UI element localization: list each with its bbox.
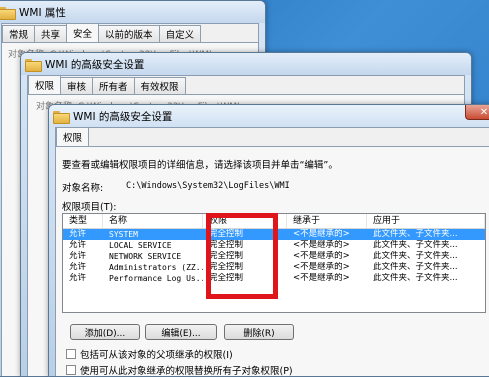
tab-strip: 常规 共享 安全 以前的版本 自定义 <box>2 23 258 42</box>
cell-name: Administrators (ZZ... <box>109 263 203 272</box>
tab-owner[interactable]: 所有者 <box>92 77 135 94</box>
cell-inherited: <不是继承的> <box>293 262 350 272</box>
permission-items-label: 权限项目(T): <box>62 202 117 213</box>
column-type[interactable]: 类型 <box>63 214 103 228</box>
tab-auditing[interactable]: 审核 <box>60 77 94 94</box>
cell-type: 允许 <box>69 251 87 261</box>
checkbox-label: 包括可从该对象的父项继承的权限(I) <box>80 350 233 361</box>
checkbox-box[interactable] <box>66 365 76 375</box>
edit-button[interactable]: 编辑(E)... <box>145 324 217 340</box>
close-icon: ✕ <box>479 106 489 118</box>
title-bar[interactable]: WMI 的高级安全设置 <box>49 105 489 127</box>
cell-type: 允许 <box>69 229 87 239</box>
folder-icon <box>53 110 70 124</box>
folder-icon <box>25 58 42 72</box>
tab-permissions[interactable]: 权限 <box>28 75 62 94</box>
close-button[interactable]: ✕ <box>465 105 489 120</box>
tab-sharing[interactable]: 共享 <box>34 25 68 42</box>
cell-type: 允许 <box>69 240 87 250</box>
instruction-text: 要查看或编辑权限项目的详细信息，请选择该项目并单击“编辑”。 <box>62 160 338 171</box>
tab-customize[interactable]: 自定义 <box>158 25 202 42</box>
cell-name: LOCAL SERVICE <box>109 241 172 250</box>
cell-apply: 此文件夹、子文件夹... <box>373 273 458 283</box>
tab-strip: 权限 审核 所有者 有效权限 <box>28 75 464 94</box>
cell-apply: 此文件夹、子文件夹... <box>373 251 458 261</box>
cell-type: 允许 <box>69 262 87 272</box>
window-client: 权限 要查看或编辑权限项目的详细信息，请选择该项目并单击“编辑”。 对象名称: … <box>55 127 489 376</box>
permission-highlight-box <box>206 213 278 299</box>
include-inheritable-checkbox[interactable]: 包括可从该对象的父项继承的权限(I) <box>66 347 233 361</box>
cell-name: NETWORK SERVICE <box>109 252 182 261</box>
tab-security[interactable]: 安全 <box>66 23 100 42</box>
cell-name: Performance Log Us... <box>109 274 203 283</box>
object-name-value: C:\Windows\System32\LogFiles\WMI <box>126 181 290 191</box>
window-title: WMI 的高级安全设置 <box>73 110 173 123</box>
cell-inherited: <不是继承的> <box>293 251 350 261</box>
title-bar[interactable]: WMI 的高级安全设置 <box>21 53 471 75</box>
column-apply-to[interactable]: 应用于 <box>367 214 485 228</box>
delete-button[interactable]: 删除(R) <box>224 324 294 340</box>
tab-pane: 要查看或编辑权限项目的详细信息，请选择该项目并单击“编辑”。 对象名称: C:\… <box>56 146 489 377</box>
cell-inherited: <不是继承的> <box>293 240 350 250</box>
cell-apply: 此文件夹、子文件夹... <box>373 240 458 250</box>
window-title: WMI 属性 <box>19 6 66 19</box>
cell-apply: 此文件夹、子文件夹... <box>373 229 458 239</box>
replace-child-permissions-checkbox[interactable]: 使用可从此对象继承的权限替换所有子对象权限(P) <box>66 363 293 377</box>
checkbox-box[interactable] <box>66 349 76 359</box>
cell-inherited: <不是继承的> <box>293 229 350 239</box>
tab-effective-permissions[interactable]: 有效权限 <box>133 77 186 94</box>
title-bar[interactable]: WMI 属性 <box>0 1 265 23</box>
tab-strip: 权限 <box>56 127 489 146</box>
tab-permissions[interactable]: 权限 <box>56 127 90 146</box>
cell-name: SYSTEM <box>109 230 138 239</box>
tab-previous-versions[interactable]: 以前的版本 <box>98 25 160 42</box>
add-button[interactable]: 添加(D)... <box>70 324 140 340</box>
cell-apply: 此文件夹、子文件夹... <box>373 262 458 272</box>
column-name[interactable]: 名称 <box>103 214 203 228</box>
folder-icon <box>0 6 16 20</box>
window-title: WMI 的高级安全设置 <box>45 58 145 71</box>
tab-general[interactable]: 常规 <box>2 25 36 42</box>
object-name-label: 对象名称: <box>62 183 104 194</box>
cell-type: 允许 <box>69 273 87 283</box>
advanced-security-window-front: WMI 的高级安全设置 ✕ 权限 要查看或编辑权限项目的详细信息，请选择该项目并… <box>48 104 489 377</box>
checkbox-label: 使用可从此对象继承的权限替换所有子对象权限(P) <box>80 366 293 377</box>
cell-inherited: <不是继承的> <box>293 273 350 283</box>
column-inherited-from[interactable]: 继承于 <box>287 214 367 228</box>
permission-list[interactable]: 类型 名称 权限 继承于 应用于 允许 SYSTEM 完全控制 <不是继承的> … <box>62 213 486 313</box>
